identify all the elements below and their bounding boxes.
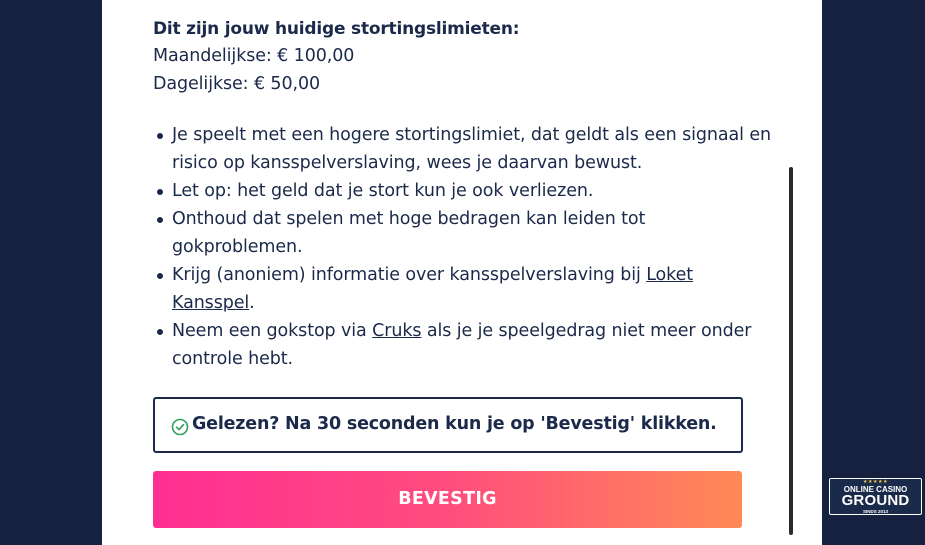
daily-limit: Dagelijkse: € 50,00 — [153, 74, 321, 94]
warning-item-gambling-problems: Onthoud dat spelen met hoge bedragen kan… — [157, 205, 772, 261]
warning-text: . — [249, 293, 255, 313]
warning-text: Krijg (anoniem) informatie over kansspel… — [172, 265, 647, 285]
badge-line-ground: GROUND — [841, 492, 910, 509]
warning-item-signal: Je speelt met een hogere stortingslimiet… — [157, 121, 772, 177]
warning-item-lose-money: Let op: het geld dat je stort kun je ook… — [157, 177, 772, 205]
online-casino-ground-badge[interactable]: ★★★★★ ONLINE CASINO GROUND SINDS 2013 — [829, 478, 922, 515]
warning-list: Je speelt met een hogere stortingslimiet… — [153, 121, 772, 373]
limits-heading: Dit zijn jouw huidige stortingslimieten: — [153, 19, 520, 39]
badge-line-since: SINDS 2013 — [862, 509, 888, 514]
read-notice-box: Gelezen? Na 30 seconden kun je op 'Beves… — [153, 397, 743, 453]
deposit-limit-modal: Dit zijn jouw huidige stortingslimieten:… — [102, 0, 822, 545]
confirm-button[interactable]: BEVESTIG — [153, 471, 742, 528]
cruks-link[interactable]: Cruks — [372, 321, 421, 341]
warning-text: Neem een gokstop via — [172, 321, 373, 341]
read-notice-text: Gelezen? Na 30 seconden kun je op 'Beves… — [192, 414, 717, 434]
warning-item-loket-kansspel: Krijg (anoniem) informatie over kansspel… — [157, 261, 772, 317]
monthly-limit: Maandelijkse: € 100,00 — [153, 46, 355, 66]
scrollbar[interactable] — [789, 167, 793, 535]
warning-item-cruks: Neem een gokstop via Cruks als je je spe… — [157, 317, 772, 373]
check-circle-icon — [171, 418, 189, 436]
